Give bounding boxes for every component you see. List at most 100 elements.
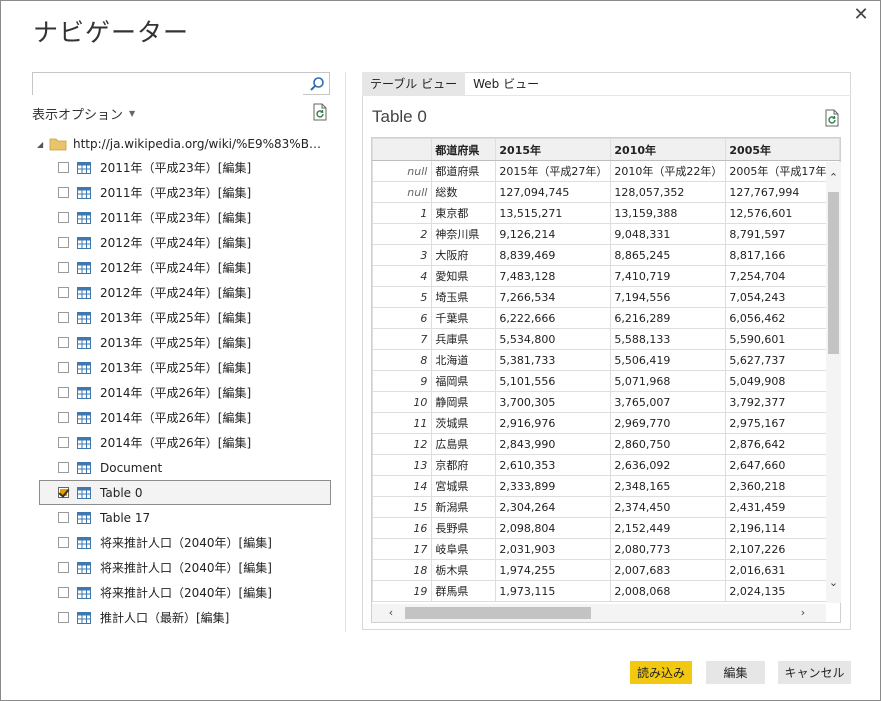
table-cell[interactable]: 2,636,092	[610, 454, 727, 476]
table-cell[interactable]: 5,381,733	[495, 349, 612, 371]
horizontal-scrollbar[interactable]: ‹ ›	[372, 604, 826, 622]
scroll-right-icon[interactable]: ›	[794, 604, 812, 622]
table-cell[interactable]: 2,916,976	[495, 412, 612, 434]
navigator-item[interactable]: 2012年（平成24年）[編集]	[39, 280, 331, 305]
navigator-item[interactable]: 2011年（平成23年）[編集]	[39, 205, 331, 230]
search-icon[interactable]	[309, 76, 325, 92]
checkbox[interactable]	[58, 437, 69, 448]
table-cell[interactable]: 2,152,449	[610, 517, 727, 539]
table-cell[interactable]: 5,071,968	[610, 370, 727, 392]
checkbox[interactable]	[58, 512, 69, 523]
row-index-cell[interactable]: 16	[372, 517, 433, 539]
row-index-cell[interactable]: 17	[372, 538, 433, 560]
checkbox[interactable]	[58, 587, 69, 598]
checkbox[interactable]	[58, 287, 69, 298]
table-cell[interactable]: 2,975,167	[725, 412, 840, 434]
table-cell[interactable]: 2,007,683	[610, 559, 727, 581]
table-cell[interactable]: 6,216,289	[610, 307, 727, 329]
checkbox[interactable]	[58, 362, 69, 373]
refresh-icon[interactable]	[824, 109, 840, 127]
table-cell[interactable]: 1,973,115	[495, 580, 612, 602]
table-cell[interactable]: 広島県	[431, 433, 497, 455]
scroll-left-icon[interactable]: ‹	[382, 604, 400, 622]
row-index-cell[interactable]: 1	[372, 202, 433, 224]
navigator-item[interactable]: 2013年（平成25年）[編集]	[39, 330, 331, 355]
checkbox[interactable]	[58, 212, 69, 223]
table-cell[interactable]: 2,360,218	[725, 475, 840, 497]
horizontal-scroll-thumb[interactable]	[405, 607, 591, 619]
row-index-cell[interactable]: 9	[372, 370, 433, 392]
row-index-cell[interactable]: 6	[372, 307, 433, 329]
scroll-down-icon[interactable]: ⌄	[826, 575, 841, 591]
table-cell[interactable]: 神奈川県	[431, 223, 497, 245]
table-cell[interactable]: 京都府	[431, 454, 497, 476]
table-cell[interactable]: 9,126,214	[495, 223, 612, 245]
table-cell[interactable]: 2010年（平成22年）	[610, 160, 727, 182]
edit-button[interactable]: 編集	[706, 661, 765, 684]
checkbox[interactable]	[58, 387, 69, 398]
checkbox[interactable]	[58, 612, 69, 623]
table-cell[interactable]: 2,016,631	[725, 559, 840, 581]
table-cell[interactable]: 2,024,135	[725, 580, 840, 602]
table-cell[interactable]: 兵庫県	[431, 328, 497, 350]
navigator-item[interactable]: 2013年（平成25年）[編集]	[39, 305, 331, 330]
load-button[interactable]: 読み込み	[630, 661, 692, 684]
table-cell[interactable]: 5,627,737	[725, 349, 840, 371]
table-cell[interactable]: 13,515,271	[495, 202, 612, 224]
row-index-cell[interactable]: 14	[372, 475, 433, 497]
table-cell[interactable]: 7,054,243	[725, 286, 840, 308]
table-cell[interactable]: 8,791,597	[725, 223, 840, 245]
table-cell[interactable]: 2,969,770	[610, 412, 727, 434]
table-cell[interactable]: 長野県	[431, 517, 497, 539]
table-cell[interactable]: 2005年（平成17年	[725, 160, 840, 182]
row-index-cell[interactable]: 18	[372, 559, 433, 581]
tab-web-view[interactable]: Web ビュー	[465, 72, 547, 95]
row-index-cell[interactable]: 4	[372, 265, 433, 287]
table-cell[interactable]: 9,048,331	[610, 223, 727, 245]
row-index-cell[interactable]: 13	[372, 454, 433, 476]
table-cell[interactable]: 7,483,128	[495, 265, 612, 287]
table-cell[interactable]: 128,057,352	[610, 181, 727, 203]
table-cell[interactable]: 8,839,469	[495, 244, 612, 266]
column-header[interactable]: 2015年	[495, 138, 612, 161]
table-cell[interactable]: 3,792,377	[725, 391, 840, 413]
table-cell[interactable]: 総数	[431, 181, 497, 203]
table-cell[interactable]: 宮城県	[431, 475, 497, 497]
table-cell[interactable]: 2,031,903	[495, 538, 612, 560]
navigator-item[interactable]: 将来推計人口（2040年）[編集]	[39, 555, 331, 580]
table-cell[interactable]: 127,094,745	[495, 181, 612, 203]
checkbox[interactable]	[58, 162, 69, 173]
row-index-cell[interactable]: 10	[372, 391, 433, 413]
checkbox[interactable]	[58, 187, 69, 198]
table-cell[interactable]: 2,080,773	[610, 538, 727, 560]
checkbox[interactable]	[58, 462, 69, 473]
table-cell[interactable]: 12,576,601	[725, 202, 840, 224]
navigator-item[interactable]: 将来推計人口（2040年）[編集]	[39, 580, 331, 605]
vertical-scroll-thumb[interactable]	[828, 192, 839, 354]
tab-table-view[interactable]: テーブル ビュー	[362, 72, 466, 95]
table-cell[interactable]: 大阪府	[431, 244, 497, 266]
table-cell[interactable]: 2,304,264	[495, 496, 612, 518]
scroll-up-icon[interactable]: ⌃	[826, 170, 841, 186]
table-cell[interactable]: 群馬県	[431, 580, 497, 602]
row-index-cell[interactable]: 15	[372, 496, 433, 518]
table-cell[interactable]: 1,974,255	[495, 559, 612, 581]
row-index-cell[interactable]: 12	[372, 433, 433, 455]
table-cell[interactable]: 2,647,660	[725, 454, 840, 476]
table-cell[interactable]: 5,101,556	[495, 370, 612, 392]
table-cell[interactable]: 2,843,990	[495, 433, 612, 455]
cancel-button[interactable]: キャンセル	[778, 661, 851, 684]
navigator-item[interactable]: Document	[39, 455, 331, 480]
vertical-scrollbar[interactable]: ⌃ ⌄	[826, 162, 841, 603]
table-cell[interactable]: 5,506,419	[610, 349, 727, 371]
table-cell[interactable]: 5,049,908	[725, 370, 840, 392]
row-index-cell[interactable]: 19	[372, 580, 433, 602]
navigator-item[interactable]: 推計人口（最新）[編集]	[39, 605, 331, 630]
table-cell[interactable]: 13,159,388	[610, 202, 727, 224]
row-index-cell[interactable]: 7	[372, 328, 433, 350]
navigator-item[interactable]: 2012年（平成24年）[編集]	[39, 230, 331, 255]
checkbox[interactable]	[58, 312, 69, 323]
display-options-dropdown[interactable]: 表示オプション ▼	[32, 104, 135, 123]
column-header[interactable]: 2005年	[725, 138, 840, 161]
table-cell[interactable]: 5,590,601	[725, 328, 840, 350]
